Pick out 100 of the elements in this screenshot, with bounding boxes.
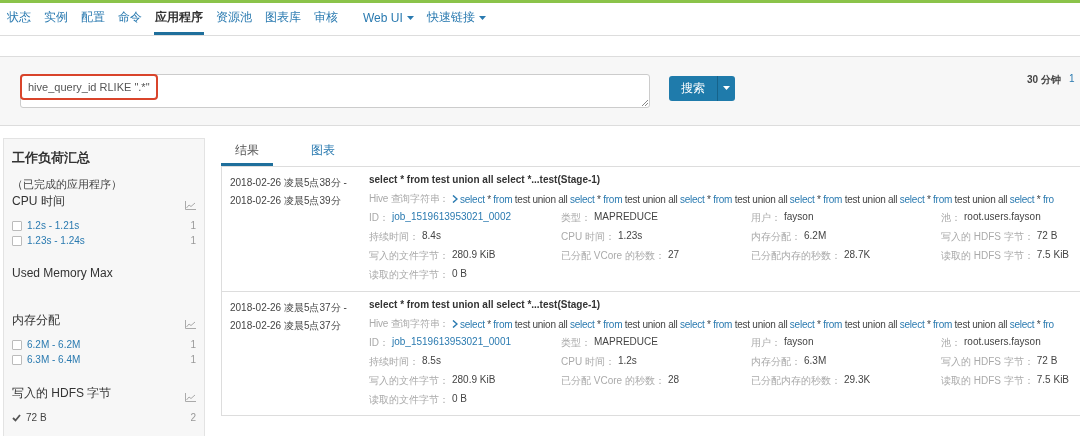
field-label: 类型： xyxy=(561,336,591,350)
facet-title: 内存分配 xyxy=(12,312,60,329)
field-value: 7.5 KiB xyxy=(1036,374,1070,387)
query-token: test union all xyxy=(734,318,788,330)
field-value: 280.9 KiB xyxy=(452,374,496,387)
caret-icon xyxy=(478,15,486,20)
start-time: 2018-02-26 凌晨5点38分 - xyxy=(230,176,348,190)
field-label: 用户： xyxy=(751,336,781,350)
nav-tab[interactable]: 审核 xyxy=(313,3,339,35)
option-count: 2 xyxy=(190,412,196,423)
query-token: select xyxy=(789,318,815,330)
field-label: 读取的文件字节： xyxy=(369,268,449,282)
field-label: 持续时间： xyxy=(369,230,419,244)
caret-icon xyxy=(723,86,730,90)
option-count: 1 xyxy=(190,339,196,350)
facet-option[interactable]: 72 B xyxy=(26,412,186,423)
query-token: from xyxy=(713,318,733,330)
field-label: 类型： xyxy=(561,211,591,225)
option-count: 1 xyxy=(190,220,196,231)
query-token: * xyxy=(1036,193,1041,205)
checkbox[interactable] xyxy=(12,220,22,231)
field-label: 写入的 HDFS 字节： xyxy=(941,230,1034,244)
field-value: 1.23s xyxy=(617,230,643,243)
field-label: 已分配内存的秒数： xyxy=(751,374,841,388)
facet-option[interactable]: 6.2M - 6.2M xyxy=(27,339,186,350)
nav-tab[interactable]: 状态 xyxy=(6,3,32,35)
query-token: select xyxy=(899,318,925,330)
query-token: test union all xyxy=(514,318,568,330)
chevron-icon[interactable] xyxy=(451,320,458,328)
query-token: test union all xyxy=(624,318,678,330)
nav-tab[interactable]: 图表库 xyxy=(264,3,302,35)
query-token: * xyxy=(926,193,931,205)
nav-tab[interactable]: 应用程序 xyxy=(154,3,204,35)
job-title: select * from test union all select *...test(Stage-1) xyxy=(369,299,602,310)
facet-title: Used Memory Max xyxy=(12,266,113,280)
field-label: 已分配 VCore 的秒数： xyxy=(561,249,665,263)
query-token: * xyxy=(817,193,821,205)
facet-option[interactable]: 1.23s - 1.24s xyxy=(27,235,186,246)
chart-icon[interactable] xyxy=(185,201,196,210)
nav-tab[interactable]: 资源池 xyxy=(215,3,253,35)
query-token: from xyxy=(493,193,513,205)
checkbox[interactable] xyxy=(12,235,22,246)
query-token: test union all xyxy=(624,193,678,205)
field-label: 池： xyxy=(941,211,961,225)
nav-tab[interactable]: 实例 xyxy=(43,3,69,35)
query-token: * xyxy=(707,318,711,330)
nav-tab[interactable]: Web UI xyxy=(362,3,415,35)
job-title: select * from test union all select *...test(Stage-1) xyxy=(369,174,602,185)
checkbox[interactable] xyxy=(12,354,22,365)
query-token: select xyxy=(679,193,705,205)
field-value: root.users.fayson xyxy=(964,336,1041,349)
sidebar-title: 工作负荷汇总 xyxy=(12,149,91,167)
option-count: 1 xyxy=(190,235,196,246)
query-token: select xyxy=(460,318,485,330)
job-id-link[interactable]: job_1519613953021_0001 xyxy=(392,336,511,350)
query-field[interactable]: hive_query_id RLIKE ".*" xyxy=(20,74,650,108)
field-value: 72 B xyxy=(1036,230,1058,243)
field-label: 写入的文件字节： xyxy=(369,249,449,263)
caret-icon xyxy=(406,15,414,20)
search-button[interactable]: 搜索 xyxy=(669,75,717,101)
job-id-link[interactable]: job_1519613953021_0002 xyxy=(392,211,511,225)
chart-icon[interactable] xyxy=(185,393,196,402)
sidebar-subtitle: （已完成的应用程序） xyxy=(12,177,123,192)
field-label: ID： xyxy=(369,336,389,350)
facet-option[interactable]: 6.3M - 6.4M xyxy=(27,354,186,365)
query-token: select xyxy=(899,193,925,205)
field-value: fayson xyxy=(784,336,814,349)
start-time: 2018-02-26 凌晨5点37分 - xyxy=(230,301,348,315)
facet-title: 写入的 HDFS 字节 xyxy=(12,385,112,402)
query-token: from xyxy=(493,318,513,330)
query-token: select xyxy=(1009,318,1035,330)
query-token: select xyxy=(570,318,595,330)
query-token: from xyxy=(933,193,953,205)
nav-tab[interactable]: 快速链接 xyxy=(425,3,487,35)
field-label: 持续时间： xyxy=(369,355,419,369)
query-token: from xyxy=(603,193,623,205)
resize-grip-icon[interactable] xyxy=(641,99,648,106)
search-options-button[interactable] xyxy=(717,75,735,101)
field-value: 0 B xyxy=(452,268,467,281)
field-value: 280.9 KiB xyxy=(452,249,496,262)
field-value: MAPREDUCE xyxy=(594,336,658,349)
field-label: 读取的 HDFS 字节： xyxy=(941,374,1034,388)
checkmark-icon[interactable] xyxy=(12,413,21,422)
nav-tab[interactable]: 配置 xyxy=(80,3,106,35)
chevron-icon[interactable] xyxy=(451,195,458,203)
time-range-link[interactable]: 1 xyxy=(1068,73,1075,87)
chart-icon[interactable] xyxy=(185,320,196,329)
facet-option[interactable]: 1.2s - 1.21s xyxy=(27,220,186,231)
query-text: hive_query_id RLIKE ".*" xyxy=(20,74,158,100)
field-label: 池： xyxy=(941,336,961,350)
field-value: 6.2M xyxy=(804,230,827,243)
nav-tab[interactable]: 命令 xyxy=(117,3,143,35)
query-token: from xyxy=(933,318,953,330)
field-value: 72 B xyxy=(1036,355,1058,368)
field-label: CPU 时间： xyxy=(561,230,615,244)
result-tab[interactable]: 图表 xyxy=(297,138,349,166)
field-value: MAPREDUCE xyxy=(594,211,658,224)
query-token: * xyxy=(817,318,821,330)
checkbox[interactable] xyxy=(12,339,22,350)
query-token: * xyxy=(597,318,601,330)
